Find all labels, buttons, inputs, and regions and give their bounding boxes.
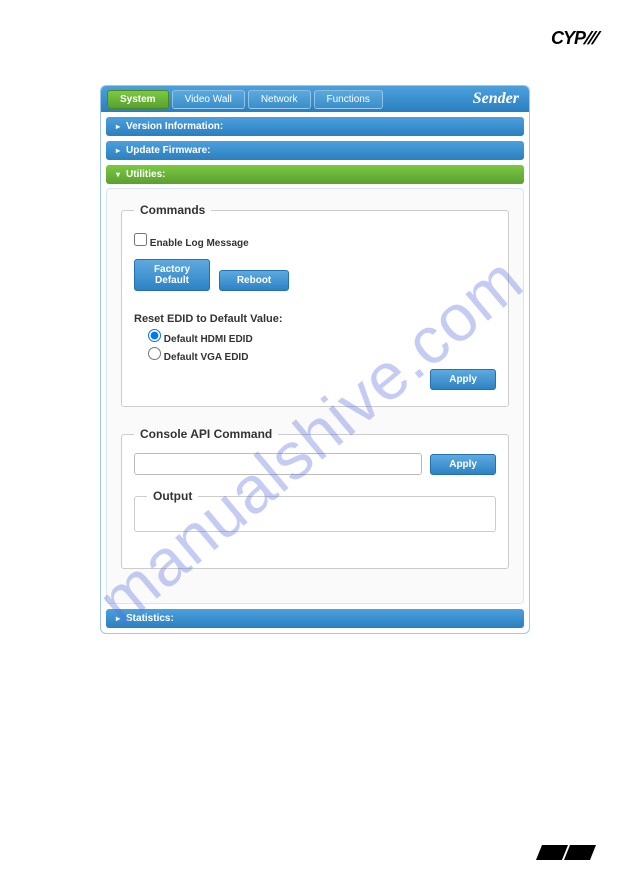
- enable-log-checkbox[interactable]: [134, 233, 147, 246]
- output-legend: Output: [147, 489, 198, 503]
- chevron-right-icon: ▸: [116, 146, 120, 155]
- reboot-button[interactable]: Reboot: [219, 270, 289, 291]
- output-fieldset: Output: [134, 489, 496, 532]
- chevron-right-icon: ▸: [116, 122, 120, 131]
- app-title: Sender: [473, 90, 519, 108]
- section-label: Version Information:: [126, 121, 223, 132]
- radio-default-vga[interactable]: [148, 347, 161, 360]
- tab-network[interactable]: Network: [248, 90, 311, 109]
- enable-log-label: Enable Log Message: [150, 238, 249, 249]
- section-utilities[interactable]: ▾ Utilities:: [106, 165, 524, 184]
- footer-decoration: [537, 845, 593, 863]
- console-input[interactable]: [134, 453, 422, 475]
- chevron-down-icon: ▾: [116, 170, 120, 179]
- section-version[interactable]: ▸ Version Information:: [106, 117, 524, 136]
- brand-logo: CYP///: [551, 28, 597, 49]
- top-nav: System Video Wall Network Functions Send…: [101, 86, 529, 112]
- tab-functions[interactable]: Functions: [314, 90, 383, 109]
- chevron-right-icon: ▸: [116, 614, 120, 623]
- section-label: Update Firmware:: [126, 145, 210, 156]
- tab-video-wall[interactable]: Video Wall: [172, 90, 245, 109]
- section-statistics[interactable]: ▸ Statistics:: [106, 609, 524, 628]
- edid-apply-button[interactable]: Apply: [430, 369, 496, 390]
- factory-default-button[interactable]: Factory Default: [134, 259, 210, 291]
- radio-vga-label: Default VGA EDID: [164, 352, 249, 363]
- radio-default-hdmi[interactable]: [148, 329, 161, 342]
- console-fieldset: Console API Command Apply Output: [121, 427, 509, 569]
- section-label: Statistics:: [126, 613, 174, 624]
- utilities-content: Commands Enable Log Message Factory Defa…: [106, 188, 524, 604]
- tab-system[interactable]: System: [107, 90, 169, 109]
- section-label: Utilities:: [126, 169, 165, 180]
- radio-hdmi-label: Default HDMI EDID: [164, 334, 253, 345]
- commands-fieldset: Commands Enable Log Message Factory Defa…: [121, 203, 509, 407]
- console-legend: Console API Command: [134, 427, 278, 441]
- commands-legend: Commands: [134, 203, 211, 217]
- main-panel: System Video Wall Network Functions Send…: [100, 85, 530, 634]
- section-update[interactable]: ▸ Update Firmware:: [106, 141, 524, 160]
- console-apply-button[interactable]: Apply: [430, 454, 496, 475]
- reset-edid-label: Reset EDID to Default Value:: [134, 313, 496, 325]
